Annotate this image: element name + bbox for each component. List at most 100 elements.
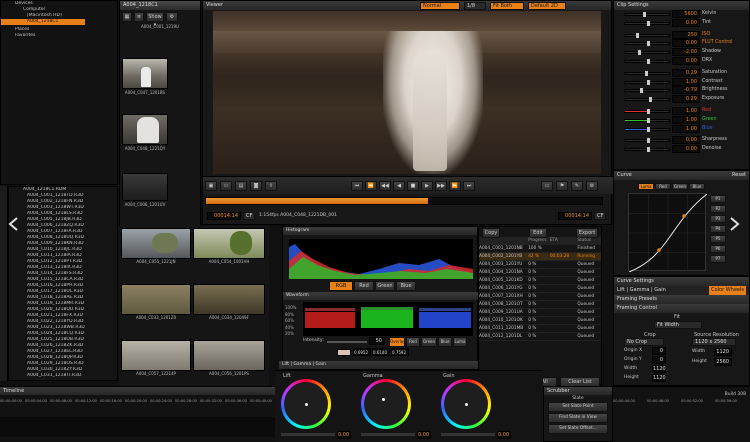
chevron-right-icon[interactable] bbox=[726, 216, 742, 232]
wheel-value[interactable]: 0.00 bbox=[337, 431, 351, 439]
slider-knob[interactable] bbox=[647, 117, 650, 123]
setting-slider[interactable] bbox=[624, 117, 670, 123]
slider-knob[interactable] bbox=[647, 138, 650, 144]
src-width-field[interactable]: 1120 bbox=[714, 348, 732, 356]
timeline-ruler-right[interactable]: 00:00:44:00 00:00:48:00 00:00:52:00 00:00:5… bbox=[613, 399, 750, 409]
curve-tab-green[interactable]: Green bbox=[672, 183, 688, 190]
slider-knob[interactable] bbox=[644, 70, 648, 76]
crop-dropdown[interactable]: No Crop bbox=[624, 338, 664, 346]
slider-knob[interactable] bbox=[649, 97, 653, 103]
queue-row[interactable]: A004_C010_1201OK 0 % Queued bbox=[479, 317, 601, 325]
slider-knob[interactable] bbox=[647, 126, 650, 132]
queue-row[interactable]: A004_C006_1201YG 0 % Queued bbox=[479, 285, 601, 293]
curve-tab-luma[interactable]: Luma bbox=[638, 183, 654, 190]
slider-knob[interactable] bbox=[647, 41, 650, 47]
set-slate-point-button[interactable]: Set Slate Point bbox=[548, 402, 608, 412]
timeline-ruler[interactable]: 00:00:00:00 00:00:04:00 00:00:08:00 00:00:1… bbox=[0, 399, 275, 409]
wave-tab-overlay[interactable]: Overlay bbox=[389, 337, 406, 347]
curve-preset-button[interactable]: P5 bbox=[710, 235, 726, 243]
set-slate-offset-button[interactable]: Set Slate Offset... bbox=[548, 424, 608, 434]
setting-value[interactable]: 1.00 bbox=[672, 106, 700, 115]
setting-value[interactable]: 0.29 bbox=[672, 68, 700, 77]
setting-slider[interactable] bbox=[624, 88, 670, 94]
export-frame-icon[interactable]: ⇪ bbox=[265, 181, 277, 191]
curve-graph[interactable] bbox=[628, 193, 708, 273]
setting-slider[interactable] bbox=[624, 12, 670, 17]
setting-value[interactable]: 0.00 bbox=[672, 39, 700, 48]
setting-value[interactable]: 1.00 bbox=[672, 77, 700, 86]
fit-dropdown[interactable]: Fit Width bbox=[654, 321, 702, 329]
play-reverse-icon[interactable]: ◀ bbox=[393, 181, 405, 191]
overlay-icon[interactable]: ▤ bbox=[235, 181, 247, 191]
wheel-master-slider[interactable] bbox=[281, 433, 335, 436]
gear-icon[interactable]: ⚙ bbox=[166, 12, 178, 22]
go-end-icon[interactable]: ⏭ bbox=[463, 181, 475, 191]
framing-presets-header[interactable]: Framing Presets bbox=[614, 295, 749, 304]
wheel-master-slider[interactable] bbox=[361, 433, 415, 436]
setting-value[interactable]: 0.00 bbox=[672, 18, 700, 27]
timeline-track[interactable] bbox=[0, 417, 275, 437]
clip-thumb-4[interactable] bbox=[121, 228, 191, 259]
intensity-value[interactable]: 50 bbox=[369, 337, 385, 345]
slider-knob[interactable] bbox=[647, 108, 650, 114]
setting-slider[interactable] bbox=[624, 41, 670, 47]
slider-knob[interactable] bbox=[638, 50, 642, 56]
setting-slider[interactable] bbox=[624, 147, 670, 153]
setting-slider[interactable] bbox=[624, 58, 670, 64]
mode-dropdown[interactable]: Normal bbox=[420, 1, 460, 10]
marker-icon[interactable]: ⚑ bbox=[556, 181, 568, 191]
queue-row[interactable]: A004_C005_1201KD 0 % Queued bbox=[479, 277, 601, 285]
histo-tab-red[interactable]: Red bbox=[354, 281, 374, 291]
setting-value[interactable]: 5600 bbox=[672, 10, 700, 18]
setting-value[interactable]: 0.00 bbox=[672, 136, 700, 145]
queue-row[interactable]: A004_C007_1201XH 0 % Queued bbox=[479, 293, 601, 301]
origin-y-field[interactable]: 0 bbox=[652, 356, 666, 364]
curve-reset-button[interactable]: Reset bbox=[732, 171, 746, 180]
snapshot-icon[interactable]: ◙ bbox=[250, 181, 262, 191]
go-start-icon[interactable]: ⏮ bbox=[351, 181, 363, 191]
setting-slider[interactable] bbox=[624, 50, 670, 56]
setting-slider[interactable] bbox=[624, 70, 670, 76]
queue-row[interactable]: A004_C009_1201UA 0 % Queued bbox=[479, 309, 601, 317]
slider-knob[interactable] bbox=[636, 32, 639, 38]
fit-dropdown[interactable]: Fit Both bbox=[490, 1, 524, 10]
width-field[interactable]: 1120 bbox=[652, 365, 666, 373]
setting-slider[interactable] bbox=[624, 126, 670, 132]
step-forward-icon[interactable]: ▶▶ bbox=[435, 181, 447, 191]
tree-selected-folder[interactable]: A004_1218C1 bbox=[1, 19, 85, 25]
queue-row[interactable]: A004_C001_1201NB 100 % Finished bbox=[479, 245, 601, 253]
wave-tab-red[interactable]: Red bbox=[406, 337, 420, 347]
clip-thumb-8[interactable] bbox=[121, 340, 191, 371]
clip-thumb-3[interactable] bbox=[122, 173, 168, 201]
color-wheel[interactable] bbox=[281, 379, 331, 429]
tc-in[interactable]: 00014:14 bbox=[207, 212, 241, 220]
src-height-field[interactable]: 2560 bbox=[714, 358, 732, 366]
slider-knob[interactable] bbox=[640, 88, 644, 94]
setting-value[interactable]: 0.00 bbox=[672, 145, 700, 154]
curve-preset-button[interactable]: P7 bbox=[710, 255, 726, 263]
scrub-bar[interactable] bbox=[205, 197, 603, 205]
setting-slider[interactable] bbox=[624, 97, 670, 103]
stop-icon[interactable]: ■ bbox=[407, 181, 419, 191]
setting-slider[interactable] bbox=[624, 138, 670, 144]
cf-dropdown[interactable]: CF bbox=[243, 212, 255, 220]
clip-thumb-5[interactable] bbox=[193, 228, 265, 259]
clip-thumb-9[interactable] bbox=[193, 340, 265, 371]
show-dropdown[interactable]: Show ▾ bbox=[146, 12, 164, 28]
setting-slider[interactable] bbox=[624, 20, 670, 26]
intensity-slider[interactable] bbox=[327, 341, 367, 343]
origin-x-field[interactable]: 0 bbox=[652, 347, 666, 355]
histo-tab-green[interactable]: Green bbox=[375, 281, 395, 291]
tools-icon[interactable]: ✎ bbox=[571, 181, 583, 191]
tc-out[interactable]: 00014:14 bbox=[558, 212, 592, 220]
wheel-value[interactable]: 0.00 bbox=[497, 431, 511, 439]
safe-area-icon[interactable]: ▭ bbox=[220, 181, 232, 191]
preset-dropdown[interactable]: Default 2D bbox=[528, 1, 566, 10]
framing-control-header[interactable]: Framing Control bbox=[614, 304, 749, 313]
setting-value[interactable]: 1.00 bbox=[672, 115, 700, 124]
ratio-dropdown[interactable]: 1/8 bbox=[464, 1, 486, 10]
wave-tab-blue[interactable]: Blue bbox=[438, 337, 452, 347]
chevron-left-icon[interactable] bbox=[6, 216, 22, 232]
clip-thumb-7[interactable] bbox=[193, 284, 265, 315]
prev-clip-icon[interactable]: ⏪ bbox=[365, 181, 377, 191]
